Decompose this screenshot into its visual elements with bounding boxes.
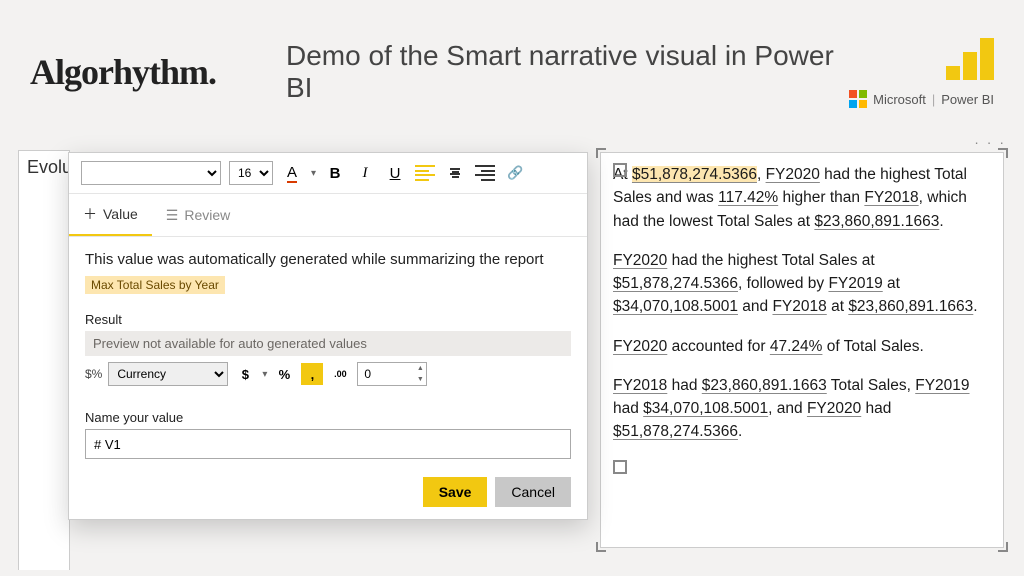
auto-generated-message: This value was automatically generated w… [85,251,571,268]
list-icon: ☰ [166,207,179,224]
font-size-select[interactable]: 16 [229,161,273,185]
brand-divider: | [932,92,935,107]
tab-value[interactable]: ＋ Value [69,194,152,236]
chevron-down-icon[interactable]: ▾ [311,168,316,179]
chevron-down-icon[interactable]: ▾ [262,369,267,380]
thousands-separator-chip[interactable]: , [301,363,323,385]
result-preview: Preview not available for auto generated… [85,331,571,356]
align-right-button[interactable] [474,162,496,184]
value-tag: Max Total Sales by Year [85,276,225,294]
microsoft-icon [849,90,867,108]
value-panel: This value was automatically generated w… [69,237,587,519]
currency-symbol-chip[interactable]: $ [234,363,256,385]
powerbi-icon [946,36,994,80]
value-name-input[interactable] [85,429,571,459]
narrative-paragraph-3: FY2020 accounted for 47.24% of Total Sal… [613,335,991,358]
decimal-places-input[interactable] [358,363,414,385]
narrative-paragraph-4: FY2018 had $23,860,891.1663 Total Sales,… [613,374,991,444]
smart-narrative-visual[interactable]: At $51,878,274.5366, FY2020 had the high… [600,152,1004,548]
cancel-button[interactable]: Cancel [495,477,571,507]
highlight-max-sales: $51,878,274.5366 [632,166,757,183]
product-label: Power BI [941,92,994,107]
brand-logo: Algorhythm. [30,51,216,93]
underlying-visual-title: Evolut [18,150,70,570]
format-icon: $% [85,367,102,381]
font-color-button[interactable]: A [281,162,303,184]
bold-button[interactable]: B [324,162,346,184]
insert-link-button[interactable]: 🔗 [504,162,526,184]
align-left-button[interactable] [414,162,436,184]
value-editor-popover: 16 A ▾ B I U 🔗 ＋ Value ☰ Review This val… [68,152,588,520]
text-format-toolbar: 16 A ▾ B I U 🔗 [69,153,587,194]
percent-chip[interactable]: % [273,363,295,385]
tab-review[interactable]: ☰ Review [152,194,244,236]
decimal-places-stepper[interactable]: ▲▼ [357,362,427,386]
result-label: Result [85,312,571,327]
tab-review-label: Review [184,207,230,223]
decrease-decimals-chip[interactable]: .00 [329,363,351,385]
editor-tabs: ＋ Value ☰ Review [69,194,587,237]
italic-button[interactable]: I [354,162,376,184]
product-brand: Microsoft | Power BI [849,36,994,108]
align-center-button[interactable] [444,162,466,184]
name-your-value-label: Name your value [85,410,571,425]
narrative-paragraph-2: FY2020 had the highest Total Sales at $5… [613,249,991,319]
page-header: Algorhythm. Demo of the Smart narrative … [0,0,1024,130]
format-type-select[interactable]: Currency [108,362,228,386]
microsoft-label: Microsoft [873,92,926,107]
narrative-paragraph-1: At $51,878,274.5366, FY2020 had the high… [613,163,991,233]
font-family-select[interactable] [81,161,221,185]
page-title: Demo of the Smart narrative visual in Po… [286,40,849,104]
format-row: $% Currency $ ▾ % , .00 ▲▼ [85,356,571,392]
plus-icon: ＋ [83,204,97,224]
tab-value-label: Value [103,206,138,222]
save-button[interactable]: Save [423,477,488,507]
underline-button[interactable]: U [384,162,406,184]
